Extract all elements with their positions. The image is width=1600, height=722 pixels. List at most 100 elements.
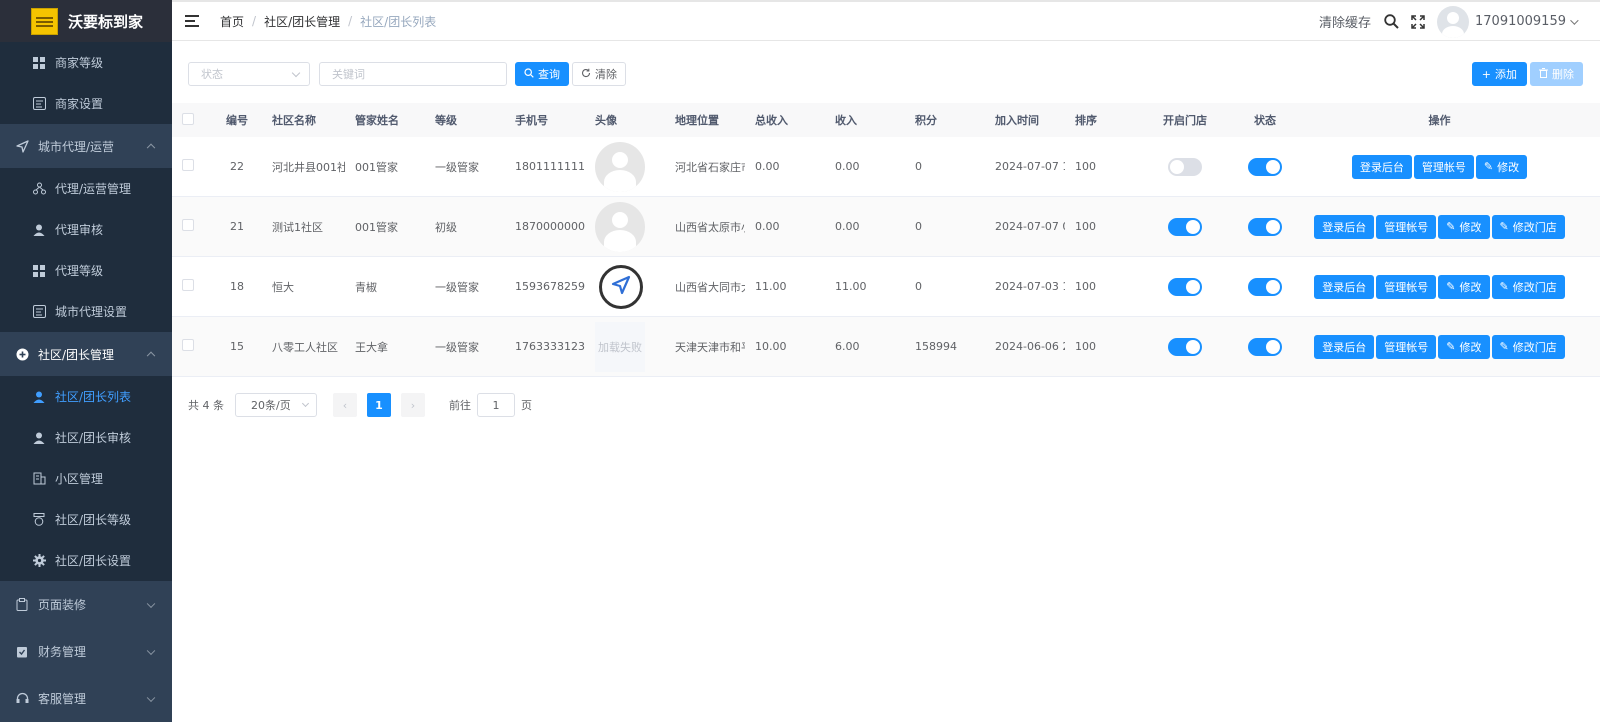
header-status[interactable]: 状态: [1225, 112, 1305, 128]
login-backend-button[interactable]: 登录后台: [1351, 154, 1412, 179]
login-backend-button[interactable]: 登录后台: [1314, 274, 1375, 299]
search-icon[interactable]: [1384, 14, 1399, 29]
edit-store-button[interactable]: ✎ 修改门店: [1491, 214, 1565, 239]
goto-label: 前往: [449, 399, 471, 412]
sidebar-item-community-level[interactable]: 社区/团长等级: [0, 499, 172, 540]
avatar-image[interactable]: [599, 264, 643, 309]
page-number[interactable]: 1: [367, 393, 391, 417]
sidebar-item-customer-service[interactable]: 客服管理: [0, 675, 172, 722]
header-name[interactable]: 社区名称: [262, 112, 345, 128]
search-button[interactable]: 查询: [515, 62, 569, 86]
network-icon: [32, 182, 46, 196]
status-switch[interactable]: [1248, 217, 1282, 236]
edit-store-button[interactable]: ✎ 修改门店: [1491, 274, 1565, 299]
cell-avatar: [585, 141, 665, 192]
header-income[interactable]: 收入: [825, 112, 905, 128]
row-checkbox[interactable]: [182, 339, 194, 351]
row-checkbox[interactable]: [182, 279, 194, 291]
store-open-switch[interactable]: [1168, 157, 1202, 176]
sidebar-item-community-management[interactable]: 社区/团长管理: [0, 332, 172, 376]
manage-account-button[interactable]: 管理帐号: [1376, 214, 1437, 239]
sidebar-item-community-review[interactable]: 社区/团长审核: [0, 417, 172, 458]
sidebar-item-community-settings[interactable]: 社区/团长设置: [0, 540, 172, 581]
hamburger-icon[interactable]: [185, 15, 199, 27]
sidebar-item-merchant-level[interactable]: 商家等级: [0, 42, 172, 83]
sidebar-item-page-decoration[interactable]: 页面装修: [0, 581, 172, 628]
goto-page-input[interactable]: [477, 393, 515, 417]
cell-status: [1225, 157, 1305, 176]
header-avatar[interactable]: 头像: [585, 112, 665, 128]
sidebar-item-city-agent[interactable]: 城市代理/运营: [0, 124, 172, 168]
cell-location: 河北省石家庄市: [675, 160, 745, 174]
header-level[interactable]: 等级: [425, 112, 505, 128]
status-switch[interactable]: [1248, 277, 1282, 296]
sidebar-item-label: 社区/团长管理: [38, 347, 115, 362]
sidebar-item-city-agent-settings[interactable]: 城市代理设置: [0, 291, 172, 332]
sidebar-item-label: 商家等级: [55, 56, 104, 70]
select-all-checkbox[interactable]: [182, 112, 194, 125]
sidebar-item-merchant-settings[interactable]: 商家设置: [0, 83, 172, 124]
breadcrumb-parent[interactable]: 社区/团长管理: [264, 13, 340, 30]
cell-total-income: 10.00: [755, 340, 787, 353]
row-checkbox-cell: [172, 159, 212, 174]
medal-icon: [32, 513, 46, 527]
chevron-down-icon[interactable]: [1570, 15, 1579, 25]
cell-status: [1225, 337, 1305, 356]
manage-account-button[interactable]: 管理帐号: [1376, 334, 1437, 359]
username[interactable]: 17091009159: [1475, 14, 1566, 29]
header-join-time[interactable]: 加入时间: [985, 112, 1065, 128]
sidebar-item-finance[interactable]: 财务管理: [0, 628, 172, 675]
header-phone[interactable]: 手机号: [505, 112, 585, 128]
status-switch[interactable]: [1248, 157, 1282, 176]
row-checkbox[interactable]: [182, 159, 194, 171]
page-size-select[interactable]: 20条/页: [235, 393, 317, 417]
avatar-load-failed[interactable]: 加载失败: [595, 321, 645, 372]
sidebar-item-label: 代理审核: [55, 223, 104, 237]
cell-store-open: [1145, 337, 1225, 356]
edit-store-button[interactable]: ✎ 修改门店: [1491, 334, 1565, 359]
edit-button[interactable]: ✎ 修改: [1438, 334, 1490, 359]
avatar-placeholder-image[interactable]: [595, 141, 645, 192]
store-open-switch[interactable]: [1168, 217, 1202, 236]
header-points[interactable]: 积分: [905, 112, 985, 128]
sidebar-item-agent-level[interactable]: 代理等级: [0, 250, 172, 291]
header-id[interactable]: 编号: [212, 112, 262, 128]
store-open-switch[interactable]: [1168, 277, 1202, 296]
sidebar-item-label: 城市代理/运营: [38, 139, 115, 154]
header-manager[interactable]: 管家姓名: [345, 112, 425, 128]
delete-button[interactable]: 删除: [1530, 62, 1583, 86]
header-total-income[interactable]: 总收入: [745, 112, 825, 128]
clear-cache-button[interactable]: 清除缓存: [1319, 12, 1371, 31]
status-select[interactable]: 状态: [188, 62, 310, 86]
header-sort[interactable]: 排序: [1065, 112, 1145, 128]
store-open-switch[interactable]: [1168, 337, 1202, 356]
edit-icon: ✎: [1446, 220, 1456, 233]
add-button[interactable]: + 添加: [1471, 62, 1527, 86]
breadcrumb-home[interactable]: 首页: [220, 13, 244, 30]
status-switch[interactable]: [1248, 337, 1282, 356]
manage-account-button[interactable]: 管理帐号: [1413, 154, 1474, 179]
row-checkbox[interactable]: [182, 219, 194, 231]
header-location[interactable]: 地理位置: [665, 112, 745, 128]
fullscreen-icon[interactable]: [1411, 14, 1425, 29]
sidebar-item-estate-management[interactable]: 小区管理: [0, 458, 172, 499]
keyword-input[interactable]: [319, 62, 507, 86]
user-avatar[interactable]: [1437, 5, 1470, 38]
logo-area[interactable]: 沃要标到家: [0, 0, 172, 42]
clear-button[interactable]: 清除: [572, 62, 626, 86]
sidebar-item-label: 代理等级: [55, 264, 104, 278]
sidebar-item-agent-review[interactable]: 代理审核: [0, 209, 172, 250]
edit-button[interactable]: ✎ 修改: [1438, 214, 1490, 239]
next-page-button[interactable]: ›: [401, 393, 425, 417]
edit-button[interactable]: ✎ 修改: [1475, 154, 1528, 179]
avatar-placeholder-image[interactable]: [595, 201, 645, 252]
cell-store-open: [1145, 217, 1225, 236]
manage-account-button[interactable]: 管理帐号: [1376, 274, 1437, 299]
header-store-open[interactable]: 开启门店: [1145, 112, 1225, 128]
sidebar-item-community-list[interactable]: 社区/团长列表: [0, 376, 172, 417]
login-backend-button[interactable]: 登录后台: [1314, 214, 1375, 239]
edit-button[interactable]: ✎ 修改: [1438, 274, 1490, 299]
sidebar-item-agent-management[interactable]: 代理/运营管理: [0, 168, 172, 209]
prev-page-button[interactable]: ‹: [333, 393, 357, 417]
login-backend-button[interactable]: 登录后台: [1314, 334, 1375, 359]
